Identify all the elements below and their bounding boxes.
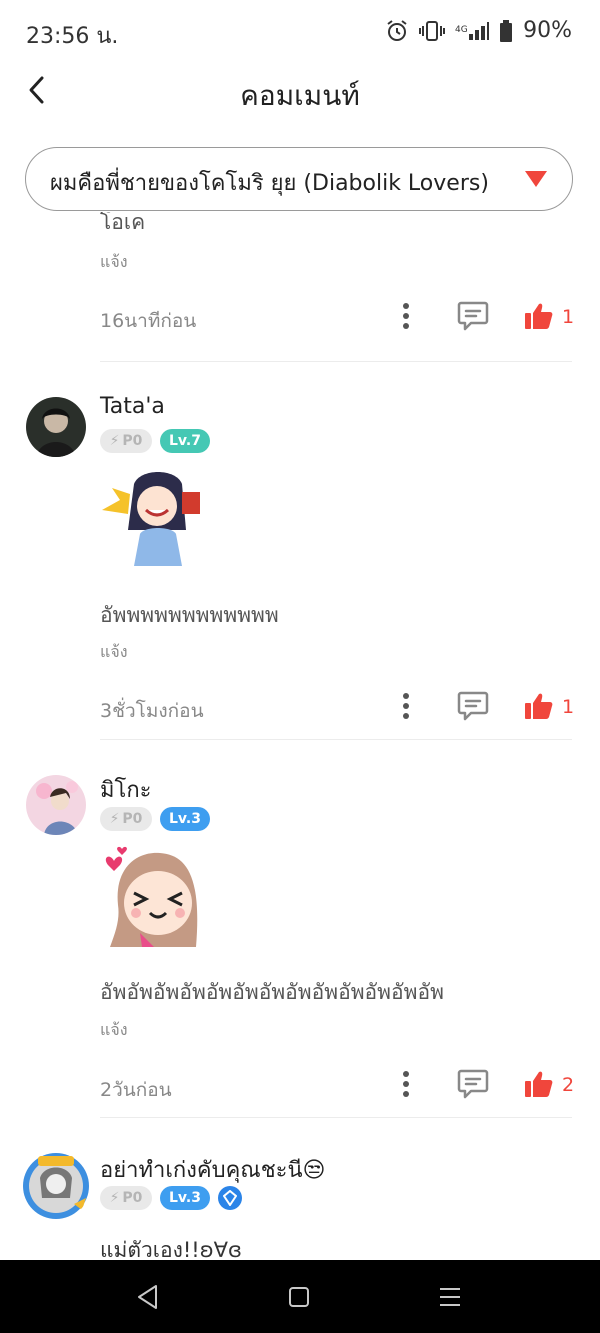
recents-menu-icon[interactable]: [438, 1286, 462, 1308]
vibrate-icon: [419, 20, 446, 41]
battery-icon: [500, 19, 513, 42]
points-label: P0: [122, 811, 143, 827]
selector-label: ผมคือพี่ชายของโคโมริ ยุย (Diabolik Lover…: [50, 171, 489, 196]
comment-text: แม่ตัวเอง!!ʚ∀ɞ: [100, 1238, 242, 1260]
thumbs-up-icon[interactable]: [524, 302, 554, 330]
comment-time: 2วันก่อน: [100, 1079, 172, 1101]
writer-badge-icon: [218, 1186, 242, 1210]
like-count: 1: [562, 696, 575, 718]
system-nav-bar: [0, 1260, 600, 1333]
more-vertical-icon[interactable]: [394, 302, 418, 330]
more-vertical-icon[interactable]: [394, 1070, 418, 1098]
status-time: 23:56 น.: [26, 24, 119, 49]
report-link[interactable]: แจ้ง: [100, 640, 128, 665]
divider: [100, 1117, 572, 1118]
page-title: คอมเมนท์: [240, 79, 360, 112]
battery-percent: 90%: [523, 18, 572, 43]
divider: [100, 739, 572, 740]
bolt-icon: ⚡: [109, 1190, 120, 1206]
report-link[interactable]: แจ้ง: [100, 1018, 128, 1043]
avatar[interactable]: [22, 1152, 90, 1220]
back-triangle-icon[interactable]: [136, 1284, 160, 1310]
chapter-selector[interactable]: ผมคือพี่ชายของโคโมริ ยุย (Diabolik Lover…: [25, 147, 573, 211]
home-square-icon[interactable]: [288, 1286, 310, 1308]
level-badge: Lv.3: [160, 1186, 210, 1210]
points-badge: ⚡ P0: [100, 429, 152, 453]
reply-icon[interactable]: [457, 1069, 489, 1099]
signal-icon: 4G: [455, 21, 490, 40]
like-count: 1: [562, 306, 575, 328]
report-link[interactable]: แจ้ง: [100, 250, 128, 275]
comment-list: โอเค แจ้ง 16นาทีก่อน 1 Tata'a ⚡ P0 Lv.7 อ…: [0, 212, 600, 1260]
bolt-icon: ⚡: [109, 433, 120, 449]
username[interactable]: มิโกะ: [100, 772, 151, 807]
level-badge: Lv.3: [160, 807, 210, 831]
points-label: P0: [122, 433, 143, 449]
bolt-icon: ⚡: [109, 811, 120, 827]
comment-text: อัพพพพพพพพพพพพ: [100, 603, 279, 627]
thumbs-up-icon[interactable]: [524, 1070, 554, 1098]
app-bar: คอมเมนท์: [0, 62, 600, 122]
triangle-down-icon: [525, 171, 547, 187]
avatar[interactable]: [26, 397, 86, 457]
sticker-image: [100, 845, 208, 947]
comment-text: โอเค: [100, 212, 146, 234]
comment-time: 16นาทีก่อน: [100, 310, 197, 332]
thumbs-up-icon[interactable]: [524, 692, 554, 720]
sticker-image: [100, 470, 208, 570]
more-vertical-icon[interactable]: [394, 692, 418, 720]
reply-icon[interactable]: [457, 691, 489, 721]
level-badge: Lv.7: [160, 429, 210, 453]
comment-time: 3ชั่วโมงก่อน: [100, 700, 204, 722]
status-bar: 23:56 น. 4G 90%: [0, 0, 600, 62]
svg-text:4G: 4G: [455, 25, 468, 35]
comment-text: อัพอัพอัพอัพอัพอัพอัพอัพอัพอัพอัพอัพอัพ: [100, 980, 444, 1004]
points-badge: ⚡ P0: [100, 1186, 152, 1210]
like-count: 2: [562, 1074, 575, 1096]
avatar[interactable]: [26, 775, 86, 835]
alarm-icon: [387, 19, 407, 41]
divider: [100, 361, 572, 362]
username[interactable]: Tata'a: [100, 394, 165, 419]
points-badge: ⚡ P0: [100, 807, 152, 831]
username[interactable]: อย่าทำเก่งคับคุณชะนี😒: [100, 1152, 325, 1187]
points-label: P0: [122, 1190, 143, 1206]
reply-icon[interactable]: [457, 301, 489, 331]
